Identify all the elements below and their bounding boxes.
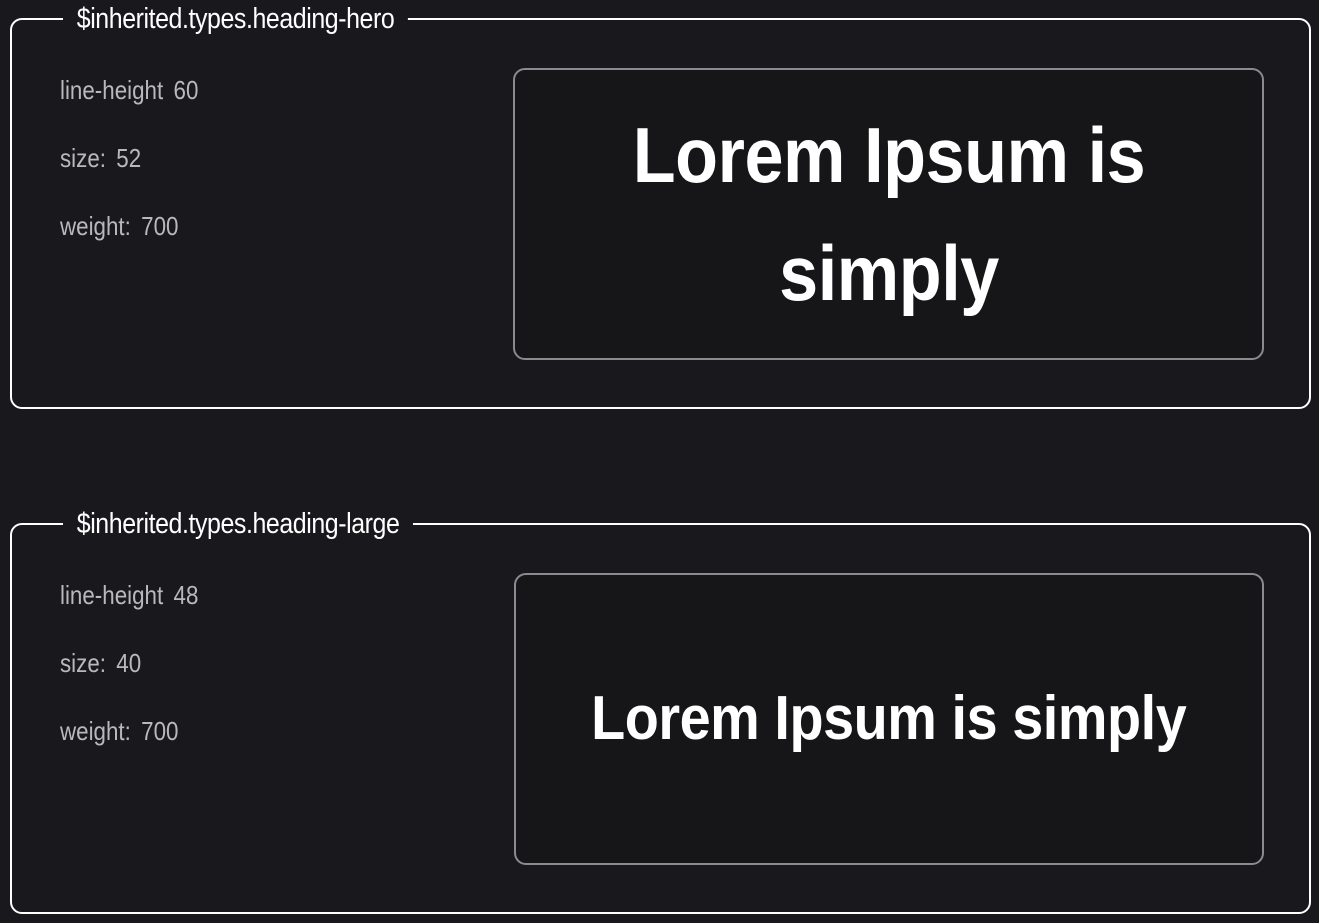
type-preview-box: Lorem Ipsum is simply — [513, 68, 1264, 360]
weight-value: 700 — [141, 211, 179, 241]
type-style-card-heading-hero: $inherited.types.heading-hero line-heigh… — [10, 1, 1311, 409]
type-properties: line-height 60 size: 52 weight: 700 — [60, 72, 221, 276]
line-height-value: 60 — [173, 75, 199, 105]
weight-label: weight: — [60, 211, 131, 241]
weight-value: 700 — [141, 716, 179, 746]
weight-property: weight: 700 — [60, 713, 198, 781]
line-height-label: line-height — [60, 580, 164, 610]
type-token-title: $inherited.types.heading-large — [63, 506, 414, 542]
weight-label: weight: — [60, 716, 131, 746]
type-sample-text: Lorem Ipsum is simply — [632, 111, 1145, 317]
size-label: size: — [60, 143, 106, 173]
type-style-card-heading-large: $inherited.types.heading-large line-heig… — [10, 506, 1311, 914]
size-value: 52 — [116, 143, 142, 173]
line-height-property: line-height 48 — [60, 577, 198, 645]
line-height-property: line-height 60 — [60, 72, 198, 140]
type-properties: line-height 48 size: 40 weight: 700 — [60, 577, 221, 781]
size-property: size: 40 — [60, 645, 198, 713]
size-property: size: 52 — [60, 140, 198, 208]
line-height-label: line-height — [60, 75, 164, 105]
type-token-title: $inherited.types.heading-hero — [63, 1, 409, 37]
type-preview-box: Lorem Ipsum is simply — [514, 573, 1264, 865]
type-sample-text: Lorem Ipsum is simply — [591, 684, 1187, 753]
size-label: size: — [60, 648, 106, 678]
size-value: 40 — [116, 648, 142, 678]
line-height-value: 48 — [173, 580, 199, 610]
weight-property: weight: 700 — [60, 208, 198, 276]
